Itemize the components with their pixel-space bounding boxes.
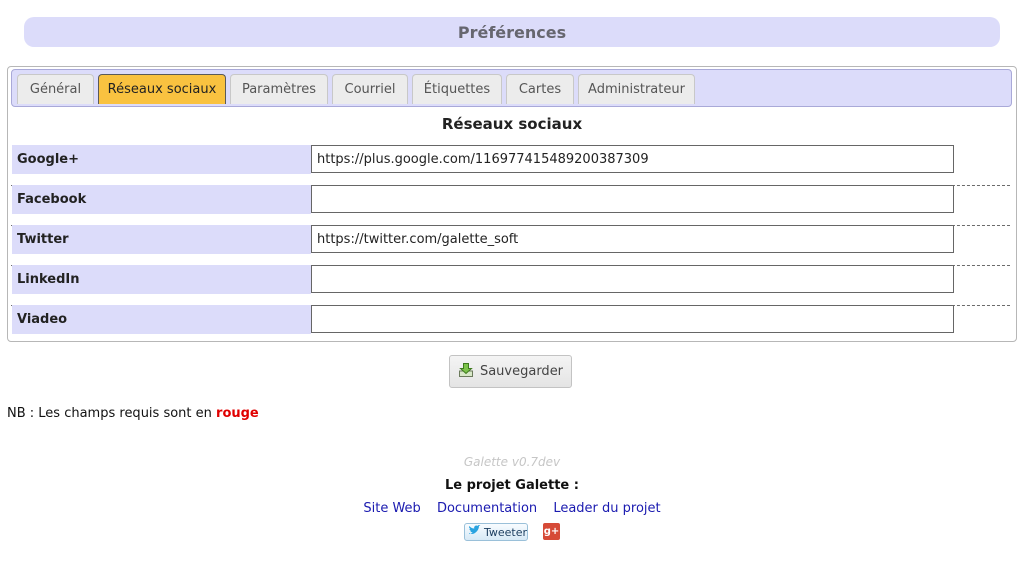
- field-label: LinkedIn: [12, 265, 311, 294]
- field-label: Google+: [12, 145, 311, 174]
- tab-label: Étiquettes: [423, 82, 491, 97]
- field-row-viadeo: Viadeo: [11, 305, 1010, 345]
- section-title: Réseaux sociaux: [441, 115, 583, 133]
- tab-labels[interactable]: Étiquettes: [412, 74, 502, 104]
- page-title: Préférences: [457, 22, 567, 42]
- tab-parameters[interactable]: Paramètres: [230, 74, 328, 104]
- tab-general[interactable]: Général: [17, 74, 94, 104]
- documentation-link[interactable]: Documentation: [437, 501, 537, 516]
- field-row-facebook: Facebook: [11, 185, 1010, 226]
- site-web-link[interactable]: Site Web: [363, 501, 420, 516]
- save-button[interactable]: Sauvegarder: [449, 355, 572, 388]
- field-row-googleplus: Google+: [11, 145, 1010, 186]
- googleplus-input[interactable]: [311, 145, 954, 173]
- tab-label: Réseaux sociaux: [107, 82, 217, 97]
- linkedin-input[interactable]: [311, 265, 954, 293]
- field-label: Twitter: [12, 225, 311, 254]
- tab-social-networks[interactable]: Réseaux sociaux: [98, 74, 226, 104]
- field-label: Viadeo: [12, 305, 311, 334]
- tab-label: Courriel: [344, 82, 396, 97]
- tab-label: Cartes: [518, 82, 562, 97]
- field-row-linkedin: LinkedIn: [11, 265, 1010, 306]
- version-text: Galette v0.7dev: [463, 455, 561, 469]
- tweet-button-label: Tweeter: [484, 525, 528, 539]
- save-button-label: Sauvegarder: [479, 364, 564, 379]
- note-text: NB : Les champs requis sont en: [7, 406, 212, 421]
- googleplus-share-icon[interactable]: g+: [543, 523, 560, 540]
- viadeo-input[interactable]: [311, 305, 954, 333]
- field-label: Facebook: [12, 185, 311, 214]
- page-title-bar: Préférences: [24, 17, 1000, 47]
- save-download-icon: [458, 362, 474, 382]
- tab-administrator[interactable]: Administrateur: [578, 74, 695, 104]
- tweet-button[interactable]: Tweeter: [464, 523, 528, 541]
- tab-label: Paramètres: [241, 82, 317, 97]
- project-leader-link[interactable]: Leader du projet: [553, 501, 660, 516]
- twitter-bird-icon: [468, 524, 481, 539]
- twitter-input[interactable]: [311, 225, 954, 253]
- project-title: Le projet Galette :: [445, 478, 579, 493]
- required-fields-note: NB : Les champs requis sont en rouge: [7, 406, 259, 421]
- note-required-word: rouge: [216, 406, 259, 421]
- gplus-label: g+: [543, 526, 560, 537]
- footer-links: Site Web Documentation Leader du projet: [0, 501, 1024, 516]
- tab-label: Administrateur: [588, 82, 685, 97]
- preferences-panel: Général Réseaux sociaux Paramètres Courr…: [7, 66, 1017, 342]
- tab-bar: Général Réseaux sociaux Paramètres Courr…: [11, 69, 1012, 107]
- tab-label: Général: [29, 82, 82, 97]
- tab-mail[interactable]: Courriel: [332, 74, 408, 104]
- facebook-input[interactable]: [311, 185, 954, 213]
- field-row-twitter: Twitter: [11, 225, 1010, 266]
- tab-cards[interactable]: Cartes: [506, 74, 574, 104]
